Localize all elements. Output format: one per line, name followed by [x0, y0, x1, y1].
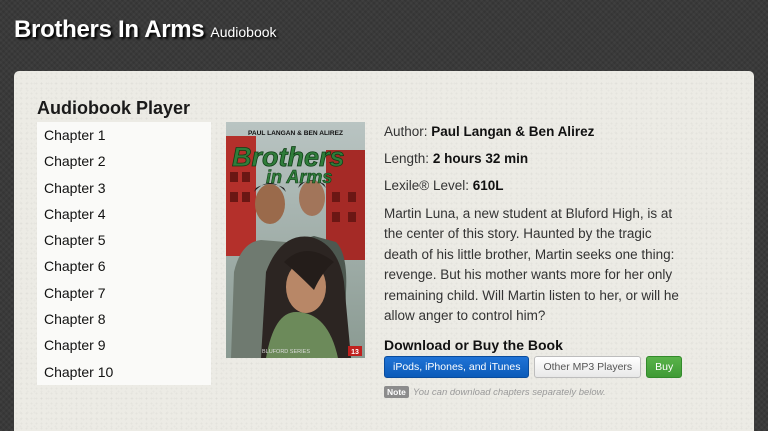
chapter-item[interactable]: Chapter 8: [37, 306, 211, 332]
ipods-itunes-button[interactable]: iPods, iPhones, and iTunes: [384, 356, 530, 379]
download-note: Note You can download chapters separatel…: [384, 386, 684, 399]
chapter-item[interactable]: Chapter 2: [37, 148, 211, 174]
lexile-label: Lexile® Level:: [384, 178, 469, 193]
book-info: Author: Paul Langan & Ben Alirez Length:…: [384, 121, 684, 399]
author-value: Paul Langan & Ben Alirez: [431, 124, 595, 139]
note-text: You can download chapters separately bel…: [412, 386, 606, 398]
book-description: Martin Luna, a new student at Bluford Hi…: [384, 206, 679, 324]
mp3-players-button[interactable]: Other MP3 Players: [534, 356, 642, 379]
chapter-item[interactable]: Chapter 7: [37, 280, 211, 306]
length-value: 2 hours 32 min: [432, 151, 529, 166]
page-title: Brothers In Arms: [14, 16, 205, 43]
cover-title-line2: in Arms: [266, 167, 332, 187]
buy-button[interactable]: Buy: [646, 356, 683, 379]
book-cover-art: PAUL LANGAN & BEN ALIREZ Brothers in Arm…: [226, 122, 365, 358]
author-row: Author: Paul Langan & Ben Alirez: [384, 121, 684, 148]
author-label: Author:: [384, 124, 428, 139]
content-panel: Audiobook Player Chapter 1 Chapter 2 Cha…: [14, 71, 754, 431]
player-title: Audiobook Player: [37, 98, 191, 118]
chapter-item[interactable]: Chapter 9: [37, 332, 211, 358]
chapter-item[interactable]: Chapter 10: [37, 359, 211, 385]
length-label: Length:: [384, 151, 430, 166]
chapter-item[interactable]: Chapter 1: [37, 122, 211, 148]
chapter-list: Chapter 1 Chapter 2 Chapter 3 Chapter 4 …: [37, 122, 211, 385]
note-badge: Note: [384, 386, 409, 399]
lexile-value: 610L: [472, 178, 504, 193]
chapter-item[interactable]: Chapter 3: [37, 175, 211, 201]
download-buttons: iPods, iPhones, and iTunes Other MP3 Pla…: [384, 356, 684, 379]
cover-badge: 13: [351, 349, 359, 356]
download-heading: Download or Buy the Book: [384, 337, 563, 354]
chapter-item[interactable]: Chapter 6: [37, 253, 211, 279]
page-subtitle: Audiobook: [210, 24, 277, 40]
book-cover-image: PAUL LANGAN & BEN ALIREZ Brothers in Arm…: [226, 122, 365, 358]
cover-series: BLUFORD SERIES: [262, 349, 310, 355]
length-row: Length: 2 hours 32 min: [384, 148, 684, 175]
chapter-item[interactable]: Chapter 4: [37, 201, 211, 227]
lexile-row: Lexile® Level: 610L: [384, 175, 684, 202]
cover-authors: PAUL LANGAN & BEN ALIREZ: [248, 130, 343, 137]
page-header: Brothers In Arms Audiobook: [14, 16, 277, 44]
chapter-item[interactable]: Chapter 5: [37, 227, 211, 253]
